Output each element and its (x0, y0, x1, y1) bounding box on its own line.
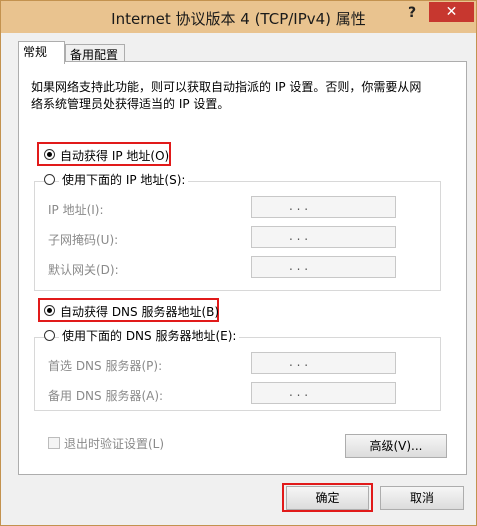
ok-button[interactable]: 确定 (286, 486, 369, 510)
manual-ip-label[interactable]: 使用下面的 IP 地址(S): (59, 171, 189, 188)
radio-selected-dot (47, 152, 52, 157)
ip-address-value: . . . (289, 199, 309, 213)
default-gateway-value: . . . (289, 259, 309, 273)
close-button[interactable]: ✕ (429, 2, 474, 22)
advanced-button[interactable]: 高级(V)... (345, 434, 447, 458)
validate-checkbox[interactable] (48, 437, 60, 449)
default-gateway-field[interactable]: . . . (251, 256, 396, 278)
tab-label: 常规 (23, 45, 48, 59)
tab-general[interactable]: 常规 (18, 41, 65, 64)
subnet-mask-value: . . . (289, 229, 309, 243)
manual-dns-label[interactable]: 使用下面的 DNS 服务器地址(E): (59, 327, 240, 344)
subnet-mask-field[interactable]: . . . (251, 226, 396, 248)
radio-selected-dot (47, 308, 52, 313)
preferred-dns-field[interactable]: . . . (251, 352, 396, 374)
tab-label: 备用配置 (70, 48, 119, 62)
manual-dns-radio[interactable] (44, 330, 55, 341)
alternate-dns-value: . . . (289, 385, 309, 399)
auto-ip-label[interactable]: 自动获得 IP 地址(O) (60, 147, 169, 164)
auto-dns-label[interactable]: 自动获得 DNS 服务器地址(B) (60, 303, 219, 320)
alternate-dns-label: 备用 DNS 服务器(A): (48, 389, 164, 403)
auto-dns-radio[interactable] (44, 305, 55, 316)
description-text: 如果网络支持此功能，则可以获取自动指派的 IP 设置。否则，你需要从网络系统管理… (31, 80, 422, 111)
alternate-dns-field[interactable]: . . . (251, 382, 396, 404)
validate-label[interactable]: 退出时验证设置(L) (64, 435, 164, 452)
ip-address-label: IP 地址(I): (48, 203, 104, 217)
default-gateway-label: 默认网关(D): (48, 263, 119, 277)
ip-address-field[interactable]: . . . (251, 196, 396, 218)
dialog-window: Internet 协议版本 4 (TCP/IPv4) 属性 ? ✕ 常规 备用配… (0, 0, 477, 526)
title-bar[interactable]: Internet 协议版本 4 (TCP/IPv4) 属性 ? ✕ (1, 1, 476, 33)
preferred-dns-value: . . . (289, 355, 309, 369)
cancel-button[interactable]: 取消 (380, 486, 464, 510)
auto-ip-radio[interactable] (44, 149, 55, 160)
help-button[interactable]: ? (397, 2, 427, 24)
preferred-dns-label: 首选 DNS 服务器(P): (48, 359, 163, 373)
subnet-mask-label: 子网掩码(U): (48, 233, 119, 247)
manual-ip-radio[interactable] (44, 174, 55, 185)
